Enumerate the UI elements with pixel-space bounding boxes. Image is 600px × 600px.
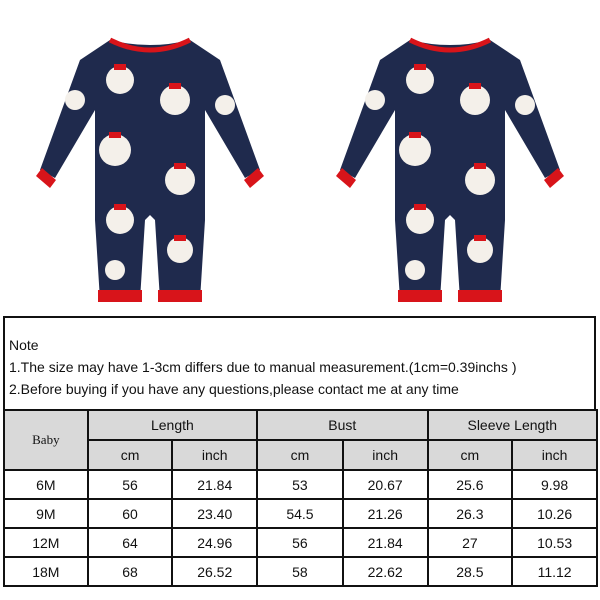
table-cell: 20.67 [341,469,429,500]
size-chart-table: Baby Length Bust Sleeve Length cm inch c… [3,409,599,587]
table-cell: 21.84 [171,469,259,500]
unit-header: cm [86,439,174,471]
note-title: Note [9,337,39,353]
romper-front-image [36,40,264,302]
table-row: 6M 56 21.84 53 20.67 25.6 9.98 [3,469,598,500]
table-cell: 26.52 [171,556,259,587]
table-row: 12M 64 24.96 56 21.84 27 10.53 [3,527,598,558]
note-box: Note 1.The size may have 1-3cm differs d… [3,316,596,409]
table-row: 18M 68 26.52 58 22.62 28.5 11.12 [3,556,598,587]
unit-header: inch [341,439,429,471]
size-cell: 18M [3,556,89,587]
table-cell: 56 [256,527,344,558]
length-header: Length [86,409,259,441]
table-cell: 23.40 [171,498,259,529]
size-cell: 6M [3,469,89,500]
product-photo [0,0,600,310]
sleeve-length-header: Sleeve Length [426,409,599,441]
table-cell: 54.5 [256,498,344,529]
unit-header: cm [256,439,344,471]
table-cell: 60 [86,498,174,529]
romper-back-image [336,40,564,302]
table-row: 9M 60 23.40 54.5 21.26 26.3 10.26 [3,498,598,529]
table-cell: 28.5 [426,556,514,587]
table-cell: 58 [256,556,344,587]
table-cell: 10.53 [511,527,598,558]
size-cell: 12M [3,527,89,558]
bust-header: Bust [256,409,429,441]
table-cell: 53 [256,469,344,500]
size-header: Baby [3,409,89,471]
table-cell: 27 [426,527,514,558]
table-cell: 11.12 [511,556,598,587]
table-cell: 21.26 [341,498,429,529]
size-cell: 9M [3,498,89,529]
table-cell: 56 [86,469,174,500]
table-cell: 9.98 [511,469,598,500]
table-cell: 26.3 [426,498,514,529]
table-cell: 21.84 [341,527,429,558]
table-cell: 68 [86,556,174,587]
unit-header: inch [171,439,259,471]
note-line-2: 2.Before buying if you have any question… [9,381,459,397]
table-cell: 10.26 [511,498,598,529]
table-cell: 22.62 [341,556,429,587]
table-cell: 24.96 [171,527,259,558]
table-cell: 25.6 [426,469,514,500]
unit-header: cm [426,439,514,471]
unit-header: inch [511,439,598,471]
note-line-1: 1.The size may have 1-3cm differs due to… [9,359,517,375]
table-cell: 64 [86,527,174,558]
